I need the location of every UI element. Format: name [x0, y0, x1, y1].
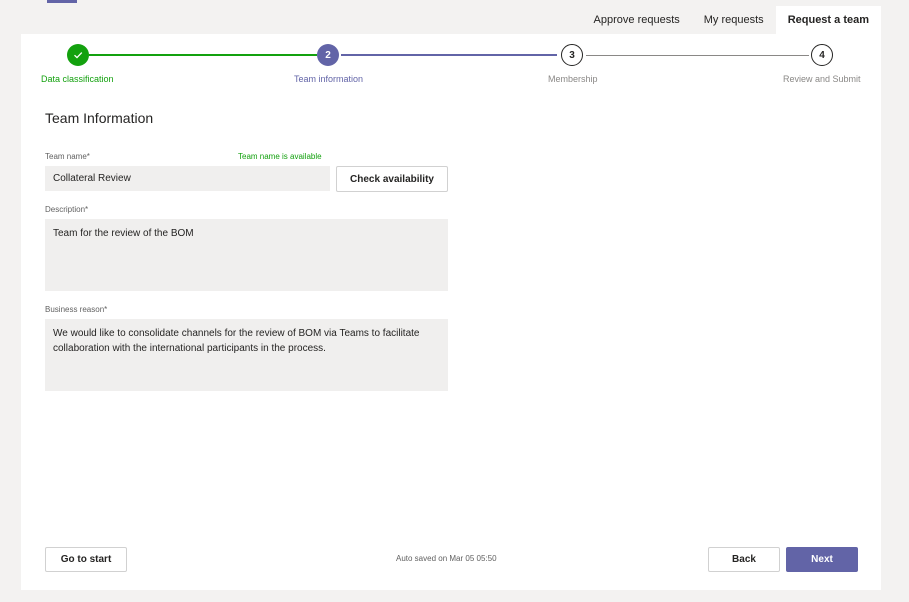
- checkmark-icon: [74, 52, 83, 59]
- step-connector-2: [341, 54, 557, 56]
- autosave-status: Auto saved on Mar 05 05:50: [396, 554, 497, 563]
- request-team-card: 2 3 4 Data classification Team informati…: [21, 34, 881, 590]
- go-to-start-button[interactable]: Go to start: [45, 547, 127, 572]
- team-name-input[interactable]: [45, 166, 330, 191]
- step-4-label: Review and Submit: [783, 74, 861, 84]
- step-2-label: Team information: [294, 74, 364, 84]
- step-3-label: Membership: [548, 74, 598, 84]
- description-label: Description*: [45, 205, 89, 214]
- team-name-availability-message: Team name is available: [238, 152, 322, 161]
- business-reason-label: Business reason*: [45, 305, 108, 314]
- step-4-circle: 4: [811, 44, 833, 66]
- top-accent-bar: [47, 0, 77, 3]
- step-1-complete-circle: [67, 44, 89, 66]
- step-1-label: Data classification: [41, 74, 114, 84]
- team-name-label: Team name*: [45, 152, 90, 161]
- back-button[interactable]: Back: [708, 547, 780, 572]
- business-reason-textarea[interactable]: We would like to consolidate channels fo…: [45, 319, 448, 391]
- description-textarea[interactable]: Team for the review of the BOM: [45, 219, 448, 291]
- top-tab-bar: Approve requests My requests Request a t…: [582, 6, 881, 34]
- tab-approve-requests[interactable]: Approve requests: [582, 6, 692, 34]
- tab-request-a-team[interactable]: Request a team: [775, 6, 881, 34]
- step-2-circle: 2: [317, 44, 339, 66]
- section-title: Team Information: [45, 110, 154, 126]
- tab-my-requests[interactable]: My requests: [692, 6, 776, 34]
- step-3-circle: 3: [561, 44, 583, 66]
- step-connector-1: [89, 54, 317, 56]
- check-availability-button[interactable]: Check availability: [336, 166, 448, 192]
- step-connector-3: [586, 55, 809, 56]
- next-button[interactable]: Next: [786, 547, 858, 572]
